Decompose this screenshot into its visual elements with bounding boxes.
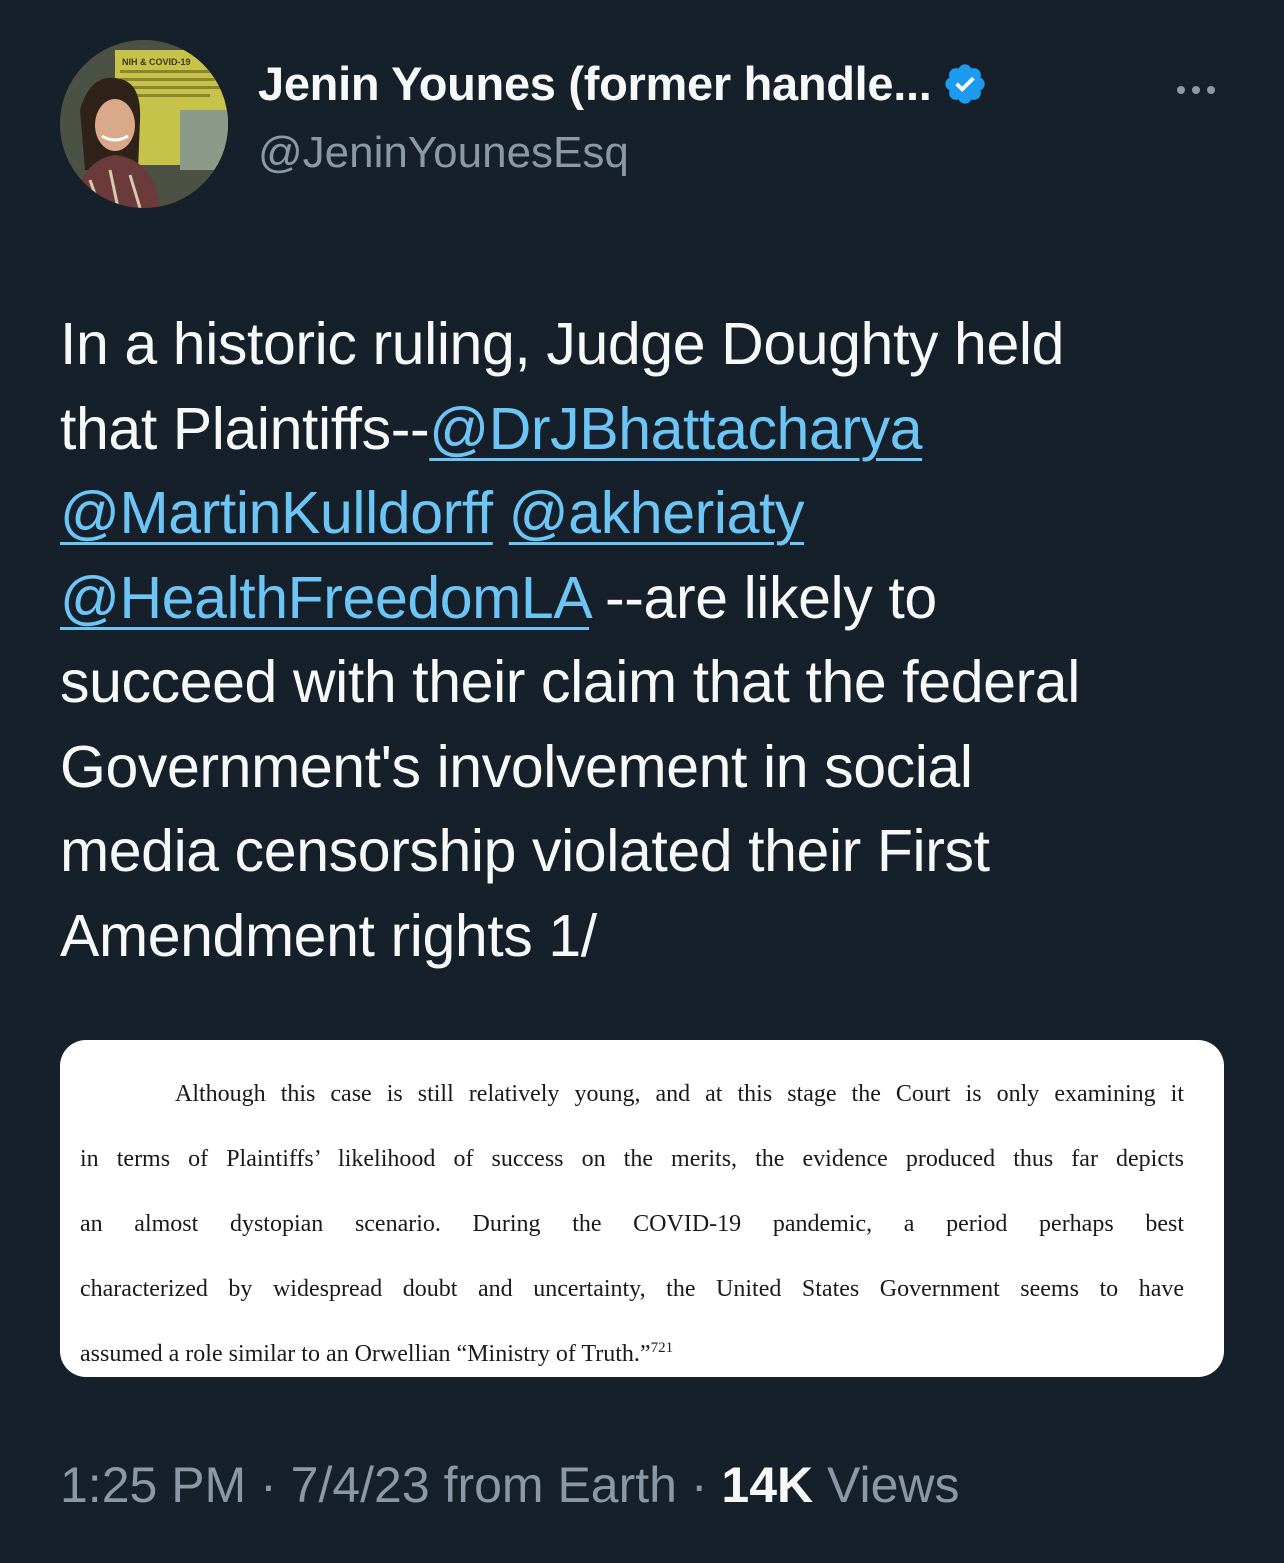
views-label: Views	[813, 1457, 960, 1513]
avatar[interactable]: NIH & COVID-19	[60, 40, 228, 208]
excerpt-line: Although this case is still relatively y…	[175, 1081, 1184, 1107]
excerpt-text: assumed a role similar to an Orwellian “…	[80, 1341, 651, 1367]
verified-badge-icon	[944, 63, 985, 104]
author-display-name[interactable]: Jenin Younes (former handle...	[258, 56, 932, 111]
excerpt-line: an almost dystopian scenario. During the…	[80, 1211, 1184, 1237]
more-dot	[1177, 86, 1185, 94]
tweet-date[interactable]: 7/4/23	[291, 1457, 430, 1513]
tweet-line: Government's involvement in social	[60, 733, 973, 800]
avatar-photo: NIH & COVID-19	[60, 40, 228, 208]
tweet-time[interactable]: 1:25 PM	[60, 1457, 246, 1513]
more-dots-icon[interactable]	[1166, 70, 1226, 110]
views-count[interactable]: 14K	[721, 1457, 813, 1513]
meta-separator: ·	[676, 1457, 722, 1513]
media-image-card[interactable]: Although this case is still relatively y…	[60, 1040, 1224, 1377]
tweet-line: media censorship violated their First	[60, 818, 990, 884]
tweet-text-segment: that Plaintiffs--	[60, 395, 430, 462]
tweet-text: In a historic ruling, Judge Doughty held…	[60, 302, 1240, 978]
avatar-poster-text: NIH & COVID-19	[122, 57, 191, 67]
tweet-line: that Plaintiffs--@DrJBhattacharya	[60, 387, 1240, 472]
footnote-marker: 721	[650, 1340, 674, 1356]
tweet-source: from Earth	[429, 1457, 677, 1513]
mention-healthfreedomla[interactable]: @HealthFreedomLA	[60, 565, 589, 631]
more-dot	[1207, 86, 1215, 94]
excerpt-line: assumed a role similar to an Orwellian “…	[80, 1322, 1184, 1377]
mention-akheriaty[interactable]: @akheriaty	[509, 480, 805, 546]
court-ruling-excerpt: Although this case is still relatively y…	[80, 1062, 1184, 1377]
author-name-row[interactable]: Jenin Younes (former handle...	[258, 56, 988, 111]
excerpt-line: characterized by widespread doubt and un…	[80, 1276, 1184, 1302]
tweet-text-segment: --are likely to	[589, 564, 937, 631]
more-dot	[1192, 86, 1200, 94]
tweet-line: @MartinKulldorff @akheriaty	[60, 471, 1240, 556]
tweet-line: In a historic ruling, Judge Doughty held	[60, 311, 1064, 377]
excerpt-line: in terms of Plaintiffs’ likelihood of su…	[80, 1146, 1184, 1172]
mention-drjbhattacharya[interactable]: @DrJBhattacharya	[429, 396, 922, 462]
meta-separator: ·	[246, 1457, 291, 1513]
author-handle[interactable]: @JeninYounesEsq	[258, 128, 629, 178]
tweet-line: @HealthFreedomLA --are likely to	[60, 556, 1240, 641]
mention-martinkulldorff[interactable]: @MartinKulldorff	[60, 480, 493, 546]
tweet-line: Amendment rights 1/	[60, 902, 597, 969]
tweet-line: succeed with their claim that the federa…	[60, 649, 1080, 715]
tweet-meta: 1:25 PM · 7/4/23 from Earth · 14K Views	[60, 1456, 960, 1514]
